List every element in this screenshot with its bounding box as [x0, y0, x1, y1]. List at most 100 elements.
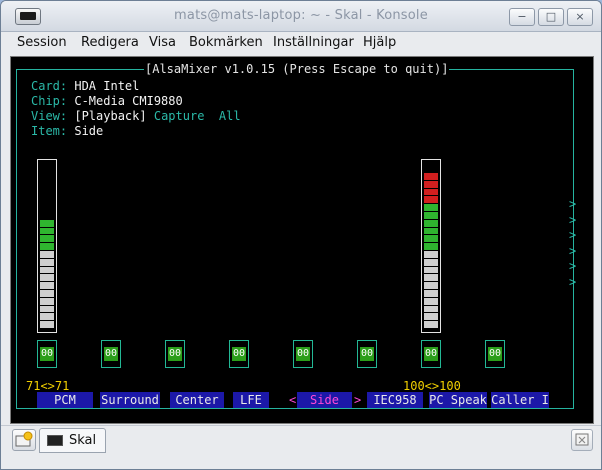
volume-segment: [424, 305, 438, 313]
channel-side[interactable]: Side: [297, 392, 352, 408]
volume-segment: [40, 297, 54, 305]
mute-label: 00: [40, 347, 54, 361]
volume-segment: [424, 212, 438, 219]
volume-bar[interactable]: [37, 159, 57, 333]
scroll-arrow-icon: >: [569, 243, 577, 258]
chip-label: Chip:: [31, 94, 68, 108]
volume-segment: [40, 313, 54, 321]
volume-bar[interactable]: [421, 159, 441, 333]
tab-bar: Skal: [1, 425, 601, 469]
volume-segment: [40, 235, 54, 243]
new-tab-icon: [15, 431, 33, 447]
volume-segment: [40, 227, 54, 235]
volume-segment: [424, 313, 438, 321]
close-tab-icon: [575, 433, 589, 446]
mute-toggle[interactable]: 00: [229, 340, 249, 368]
mute-label: 00: [232, 347, 246, 361]
volume-segment: [40, 290, 54, 297]
channel-caller-i[interactable]: Caller I: [491, 392, 549, 408]
mute-label: 00: [360, 347, 374, 361]
item-label: Item:: [31, 124, 68, 138]
view-playback[interactable]: [Playback]: [74, 109, 146, 123]
channel-center[interactable]: Center: [170, 392, 224, 408]
volume-segment: [40, 321, 54, 328]
close-tab-button[interactable]: [571, 429, 593, 451]
channel-pc-speak[interactable]: PC Speak: [429, 392, 487, 408]
volume-segment: [424, 290, 438, 297]
close-button[interactable]: ×: [567, 8, 593, 26]
scroll-indicator: > > > > > >: [569, 197, 579, 290]
alsamixer-title: [AlsaMixer v1.0.15 (Press Escape to quit…: [144, 62, 450, 76]
volume-value: 71<>71: [26, 379, 70, 393]
view-label: View:: [31, 109, 68, 123]
channel-iec958[interactable]: IEC958: [367, 392, 423, 408]
mute-toggle[interactable]: 00: [165, 340, 185, 368]
volume-segment: [424, 297, 438, 305]
card-line: Card: HDA Intel: [31, 79, 139, 94]
volume-segment: [424, 243, 438, 250]
volume-segment: [40, 305, 54, 313]
konsole-window: mats@mats-laptop: ~ - Skal - Konsole − □…: [0, 0, 602, 470]
volume-segment: [424, 180, 438, 188]
selection-left-marker: <: [289, 393, 297, 407]
volume-segment: [40, 282, 54, 289]
menu-hjalp[interactable]: Hjälp: [363, 35, 396, 50]
scroll-arrow-icon: >: [569, 274, 577, 289]
mute-toggle[interactable]: 00: [485, 340, 505, 368]
volume-value: 100<>100: [403, 379, 461, 393]
volume-segment: [424, 188, 438, 196]
volume-segment: [40, 274, 54, 282]
tab-label: Skal: [69, 433, 97, 448]
mute-toggle[interactable]: 00: [37, 340, 57, 368]
volume-segment: [424, 227, 438, 235]
mute-toggle[interactable]: 00: [421, 340, 441, 368]
chip-line: Chip: C-Media CMI9880: [31, 94, 183, 109]
volume-segment: [424, 196, 438, 204]
selection-right-marker: >: [354, 393, 362, 407]
minimize-button[interactable]: −: [509, 8, 535, 26]
scroll-arrow-icon: >: [569, 212, 577, 227]
maximize-button[interactable]: □: [538, 8, 564, 26]
view-capture[interactable]: Capture: [154, 109, 205, 123]
volume-segment: [40, 243, 54, 250]
mute-toggle[interactable]: 00: [293, 340, 313, 368]
volume-segment: [424, 274, 438, 282]
volume-segment: [424, 219, 438, 227]
mute-toggle[interactable]: 00: [101, 340, 121, 368]
mute-toggle[interactable]: 00: [357, 340, 377, 368]
scroll-arrow-icon: >: [569, 228, 577, 242]
view-all[interactable]: All: [219, 109, 241, 123]
channel-lfe[interactable]: LFE: [233, 392, 269, 408]
volume-segment: [424, 321, 438, 328]
menu-redigera[interactable]: Redigera: [81, 35, 139, 50]
mute-label: 00: [104, 347, 118, 361]
card-label: Card:: [31, 79, 68, 93]
item-line: Item: Side: [31, 124, 103, 139]
menu-session[interactable]: Session: [17, 35, 67, 50]
new-tab-button[interactable]: [12, 429, 36, 451]
view-line: View: [Playback] Capture All: [31, 109, 241, 124]
mute-label: 00: [296, 347, 310, 361]
scroll-arrow-icon: >: [569, 197, 577, 211]
mute-label: 00: [168, 347, 182, 361]
volume-segment: [424, 282, 438, 289]
terminal-icon: [47, 435, 63, 446]
volume-segment: [40, 219, 54, 227]
menu-bokmarken[interactable]: Bokmärken: [189, 35, 263, 50]
volume-segment: [424, 251, 438, 258]
volume-segment: [424, 258, 438, 266]
tab-skal[interactable]: Skal: [39, 428, 106, 453]
channel-pcm[interactable]: PCM: [37, 392, 93, 408]
terminal-area[interactable]: [AlsaMixer v1.0.15 (Press Escape to quit…: [10, 56, 594, 424]
volume-segment: [40, 258, 54, 266]
title-bar[interactable]: mats@mats-laptop: ~ - Skal - Konsole − □…: [1, 1, 601, 32]
volume-segment: [424, 204, 438, 211]
mute-label: 00: [424, 347, 438, 361]
volume-segment: [40, 266, 54, 274]
scroll-arrow-icon: >: [569, 259, 577, 273]
menu-installningar[interactable]: Inställningar: [273, 35, 354, 50]
item-value: Side: [74, 124, 104, 138]
channel-surround[interactable]: Surround: [100, 392, 160, 408]
menu-visa[interactable]: Visa: [149, 35, 176, 50]
card-value: HDA Intel: [74, 79, 140, 93]
